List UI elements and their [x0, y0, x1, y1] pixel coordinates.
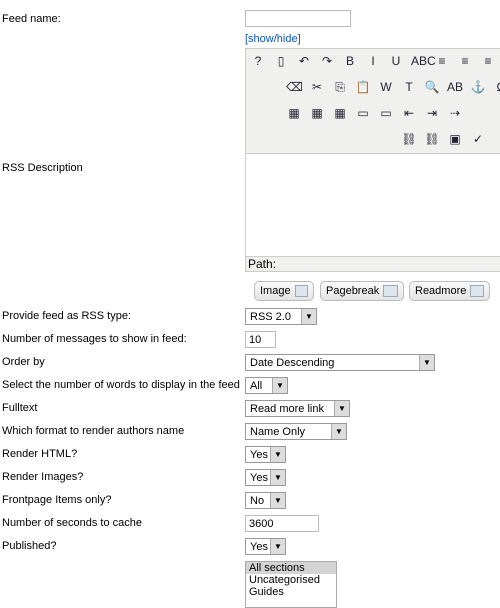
redo-icon[interactable]: ↷	[319, 54, 335, 68]
section-option[interactable]: All sections	[246, 562, 336, 574]
replace-icon[interactable]: AB	[447, 80, 463, 95]
delete-table-icon[interactable]: ▦	[309, 106, 325, 120]
readmore-icon	[470, 285, 484, 297]
field-label: Frontpage Items only?	[2, 494, 112, 506]
field-select[interactable]: RSS 2.0 ▼	[245, 308, 317, 325]
pagebreak-button[interactable]: Pagebreak	[320, 281, 404, 301]
section-option[interactable]: Guides	[246, 586, 336, 598]
special-char-icon[interactable]: Ω	[493, 80, 500, 95]
sections-listbox[interactable]: All sections Uncategorised Guides	[245, 561, 337, 608]
chevron-down-icon: ▼	[272, 378, 287, 393]
pagebreak-icon	[383, 285, 398, 297]
indent-icon[interactable]: ⇤	[401, 106, 417, 120]
paste-icon[interactable]: 📋	[355, 80, 371, 95]
feed-name-input[interactable]	[245, 10, 351, 27]
field-label: Number of seconds to cache	[2, 517, 143, 529]
cell-icon[interactable]: ▭	[378, 106, 394, 120]
field-label: Fulltext	[2, 402, 38, 414]
rss-description-label: RSS Description	[2, 162, 83, 174]
strikethrough-icon[interactable]: ABC	[411, 54, 436, 68]
section-option[interactable]: Uncategorised	[246, 574, 336, 586]
image-button-label: Image	[260, 285, 291, 297]
undo-icon[interactable]: ↶	[296, 54, 312, 68]
anchor-icon[interactable]: ⚓	[470, 80, 486, 95]
image-icon[interactable]: ▣	[447, 132, 463, 146]
spellcheck-icon[interactable]: ✓	[470, 132, 486, 146]
field-label: Published?	[2, 540, 57, 552]
align-justify-icon[interactable]: ≡	[480, 54, 496, 68]
row-icon[interactable]: ▭	[355, 106, 371, 120]
rich-text-editor: ?▯↶↷BIUABC≡≡≡ ⌫✂⎘📋WT🔍AB⚓Ω ▦▦▦▭▭⇤⇥⇢ ⛓⛓▣✓ …	[245, 48, 500, 272]
link-icon[interactable]: ⛓	[424, 132, 440, 146]
underline-icon[interactable]: U	[388, 54, 404, 68]
table-icon[interactable]: ▦	[286, 106, 302, 120]
field-select[interactable]: Name Only ▼	[245, 423, 347, 440]
chevron-down-icon: ▼	[301, 309, 316, 324]
field-select[interactable]: Yes ▼	[245, 538, 286, 555]
chevron-down-icon: ▼	[419, 355, 434, 370]
select-value: RSS 2.0	[250, 310, 291, 323]
find-icon[interactable]: 🔍	[424, 80, 440, 95]
field-label: Which format to render authors name	[2, 425, 185, 437]
select-value: No	[250, 494, 265, 507]
field-select[interactable]: All ▼	[245, 377, 288, 394]
field-input[interactable]	[245, 331, 276, 348]
move-icon[interactable]: ⇢	[447, 106, 463, 120]
field-label: Provide feed as RSS type:	[2, 310, 132, 322]
image-icon	[294, 285, 308, 297]
editor-path: Path:	[248, 257, 277, 271]
select-value: All	[250, 379, 263, 392]
field-select[interactable]: No ▼	[245, 492, 286, 509]
field-select[interactable]: Read more link ▼	[245, 400, 350, 417]
eraser-icon[interactable]: ⌫	[286, 80, 303, 95]
select-value: Name Only	[250, 425, 306, 438]
cut-icon[interactable]: ✂	[309, 80, 325, 95]
select-value: Read more link	[250, 402, 324, 415]
align-left-icon[interactable]: ≡	[434, 54, 450, 68]
pagebreak-button-label: Pagebreak	[326, 285, 380, 297]
field-input[interactable]	[245, 515, 319, 532]
chevron-down-icon: ▼	[331, 424, 346, 439]
chevron-down-icon: ▼	[270, 447, 285, 462]
paste-word-icon[interactable]: W	[378, 80, 394, 95]
field-select[interactable]: Date Descending ▼	[245, 354, 435, 371]
feed-name-label: Feed name:	[2, 13, 61, 25]
field-label: Render HTML?	[2, 448, 78, 460]
select-value: Date Descending	[250, 356, 335, 369]
chevron-down-icon: ▼	[270, 539, 285, 554]
select-value: Yes	[250, 448, 268, 461]
image-button[interactable]: Image	[254, 281, 314, 301]
table-props-icon[interactable]: ▦	[332, 106, 348, 120]
unlink-icon[interactable]: ⛓	[401, 132, 417, 146]
field-label: Select the number of words to display in…	[2, 379, 240, 391]
italic-icon[interactable]: I	[365, 54, 381, 68]
chevron-down-icon: ▼	[270, 470, 285, 485]
field-select[interactable]: Yes ▼	[245, 446, 286, 463]
chevron-down-icon: ▼	[334, 401, 349, 416]
bold-icon[interactable]: B	[342, 54, 358, 68]
show-hide-link[interactable]: [show/hide]	[245, 33, 301, 45]
field-select[interactable]: Yes ▼	[245, 469, 286, 486]
field-label: Number of messages to show in feed:	[2, 333, 187, 345]
select-value: Yes	[250, 471, 268, 484]
help-icon[interactable]: ?	[250, 54, 266, 68]
copy-icon[interactable]: ⎘	[332, 80, 348, 95]
field-label: Order by	[2, 356, 45, 368]
editor-content-area[interactable]	[246, 153, 500, 257]
readmore-button[interactable]: Readmore	[409, 281, 490, 301]
align-center-icon[interactable]: ≡	[457, 54, 473, 68]
paste-text-icon[interactable]: T	[401, 80, 417, 95]
select-value: Yes	[250, 540, 268, 553]
outdent-icon[interactable]: ⇥	[424, 106, 440, 120]
readmore-button-label: Readmore	[415, 285, 467, 297]
field-label: Render Images?	[2, 471, 84, 483]
new-document-icon[interactable]: ▯	[273, 54, 289, 68]
chevron-down-icon: ▼	[270, 493, 285, 508]
